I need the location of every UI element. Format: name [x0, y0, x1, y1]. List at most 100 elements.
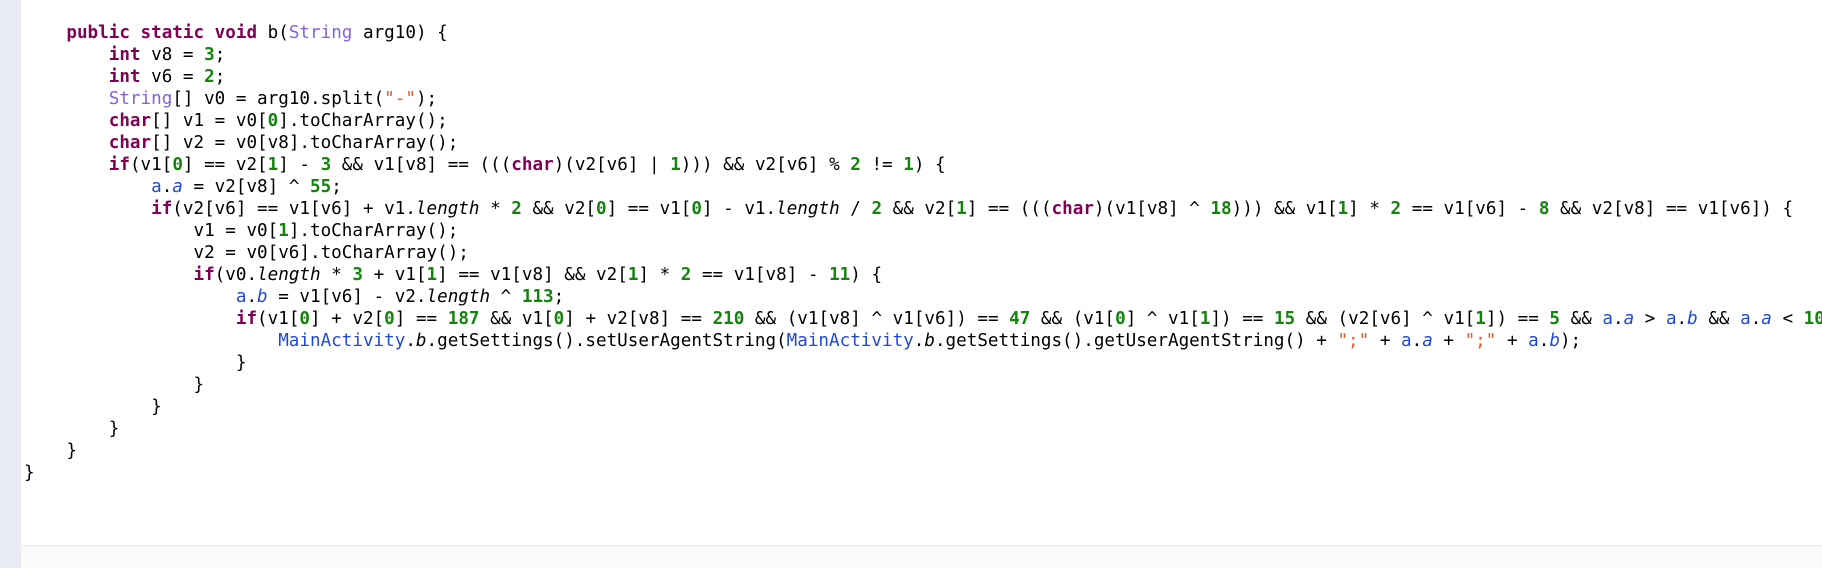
code-token: 1 — [1337, 199, 1349, 219]
code-token: } — [24, 441, 77, 461]
code-text-area[interactable]: public static void b(String arg10) { int… — [24, 22, 1822, 484]
code-line: v2 = v0[v6].toCharArray(); — [24, 242, 1822, 264]
code-token: . — [1676, 309, 1688, 329]
code-token: (v1[ — [129, 155, 173, 175]
code-token: 55 — [310, 177, 332, 197]
code-line: String[] v0 = arg10.split("-"); — [24, 88, 1822, 110]
code-token: ] + v2[ — [310, 309, 385, 329]
code-token: && — [1697, 309, 1741, 329]
code-token: 1 — [278, 221, 289, 241]
code-token: b — [415, 331, 427, 351]
code-token: && v2[v8] == v1[v6]) { — [1549, 199, 1794, 219]
code-token: ] == v1[ — [606, 199, 692, 219]
code-token: 1 — [956, 199, 967, 219]
code-token: ; — [553, 287, 565, 307]
code-token: b — [1687, 309, 1698, 329]
code-token: ] == ((( — [966, 199, 1052, 219]
code-token: ; — [214, 67, 226, 87]
code-token: v2 = v0[v6].toCharArray(); — [24, 243, 469, 263]
code-token: a — [1740, 309, 1751, 329]
code-token: ].toCharArray(); — [288, 221, 459, 241]
code-token: [] v2 = v0[v8].toCharArray(); — [151, 133, 459, 153]
code-token: ; — [214, 45, 226, 65]
code-line: v1 = v0[1].toCharArray(); — [24, 220, 1822, 242]
code-token: ))) && v1[ — [1231, 199, 1338, 219]
code-token: a — [1602, 309, 1613, 329]
code-token: 0 — [596, 199, 607, 219]
code-token: (v2[v6] == v1[v6] + v1. — [172, 199, 416, 219]
code-line: } — [24, 462, 1822, 484]
code-token: a — [1401, 331, 1412, 351]
code-token: .getSettings().getUserAgentString() + — [934, 331, 1338, 351]
code-token: * — [479, 199, 512, 219]
code-token: && (v1[v8] ^ v1[v6]) == — [744, 309, 1010, 329]
code-token: 2 — [871, 199, 883, 219]
code-token: + — [1432, 331, 1465, 351]
code-token: 0 — [553, 309, 565, 329]
code-token: 1 — [267, 155, 279, 175]
code-token: if — [235, 309, 258, 329]
code-editor[interactable]: public static void b(String arg10) { int… — [0, 0, 1822, 568]
code-token: ]) == — [1485, 309, 1550, 329]
code-line: if(v2[v6] == v1[v6] + v1.length * 2 && v… — [24, 198, 1822, 220]
code-token: 100 — [1803, 309, 1822, 329]
code-line: a.b = v1[v6] - v2.length ^ 113; — [24, 286, 1822, 308]
code-token: char — [108, 133, 152, 153]
code-token: char — [108, 111, 152, 131]
code-token: 1 — [1475, 309, 1486, 329]
code-token: "-" — [384, 89, 416, 109]
code-token: 8 — [1538, 199, 1550, 219]
code-token: && v2[ — [882, 199, 957, 219]
code-token: ^ — [490, 287, 522, 307]
code-token: ";" — [1337, 331, 1370, 351]
code-token: b( — [257, 23, 289, 43]
code-token: ] ^ v1[ — [1125, 309, 1200, 329]
code-token: length — [776, 199, 840, 219]
code-token: 113 — [521, 287, 554, 307]
code-token: && (v2[v6] ^ v1[ — [1295, 309, 1476, 329]
code-token: + — [1369, 331, 1402, 351]
code-token: 15 — [1274, 309, 1296, 329]
code-line: if(v1[0] == v2[1] - 3 && v1[v8] == (((ch… — [24, 154, 1822, 176]
code-token: + v1[ — [362, 265, 427, 285]
code-token: . — [1411, 331, 1423, 351]
code-token: 1 — [426, 265, 438, 285]
code-line: } — [24, 374, 1822, 396]
code-token: && v1[v8] == ((( — [331, 155, 512, 175]
code-token: . — [1750, 309, 1762, 329]
code-token: length — [426, 287, 491, 307]
code-token: length — [415, 199, 480, 219]
code-token: ; — [331, 177, 342, 197]
code-line: } — [24, 396, 1822, 418]
code-token: a — [1665, 309, 1677, 329]
code-token: 3 — [352, 265, 363, 285]
code-token: && v1[ — [479, 309, 554, 329]
code-token: ); — [1559, 331, 1582, 351]
code-token: 3 — [204, 45, 215, 65]
code-line: public static void b(String arg10) { — [24, 22, 1822, 44]
code-token: } — [24, 463, 35, 483]
code-token: a — [1623, 309, 1635, 329]
code-token: 2 — [204, 67, 215, 87]
code-token: char — [511, 155, 554, 175]
code-token: String — [288, 23, 353, 43]
code-token: && (v1[ — [1030, 309, 1116, 329]
code-token: ))) && v2[v6] % — [680, 155, 851, 175]
code-token: String — [108, 89, 173, 109]
code-token: a — [1528, 331, 1539, 351]
code-token: 0 — [172, 155, 183, 175]
code-line: char[] v1 = v0[0].toCharArray(); — [24, 110, 1822, 132]
code-line: int v6 = 2; — [24, 66, 1822, 88]
code-token: 1 — [903, 155, 914, 175]
code-token: = v2[v8] ^ — [182, 177, 310, 197]
code-line: if(v0.length * 3 + v1[1] == v1[v8] && v2… — [24, 264, 1822, 286]
code-token: if — [193, 265, 215, 285]
code-token: . — [405, 331, 416, 351]
code-token: ] * — [1348, 199, 1391, 219]
code-token: ] == v2[ — [182, 155, 268, 175]
code-token: b — [924, 331, 935, 351]
